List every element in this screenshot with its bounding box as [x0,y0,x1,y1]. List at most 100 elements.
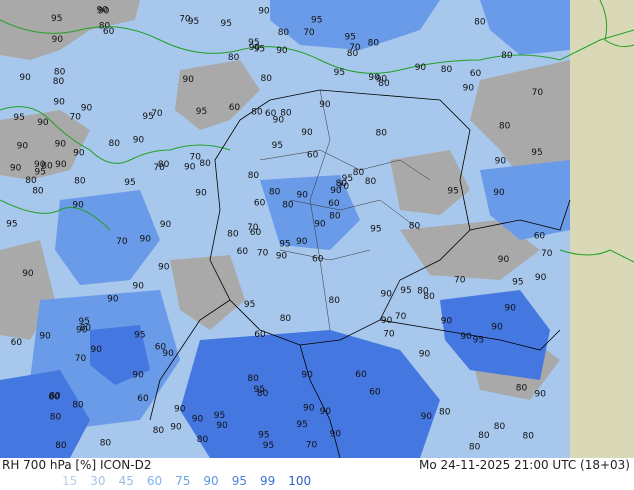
contour-label: 90 [460,332,472,342]
contour-label: 95 [79,317,90,327]
contour-label: 80 [329,211,341,221]
contour-label: 80 [261,74,273,84]
contour-label: 90 [52,35,64,45]
contour-label: 90 [73,148,85,158]
contour-label: 70 [303,28,315,38]
contour-label: 90 [301,128,313,138]
contour-label: 60 [355,370,367,380]
contour-label: 90 [39,331,51,341]
contour-label: 95 [244,300,255,310]
contour-label: 80 [376,129,388,139]
contour-label: 60 [369,388,381,398]
contour-label: 70 [257,249,269,259]
contour-label: 95 [531,148,542,158]
color-legend: 15 30 45 60 75 90 95 99 100 [62,474,324,488]
contour-label: 80 [100,439,112,449]
contour-label: 90 [133,135,145,145]
contour-label: 70 [75,354,87,364]
contour-label: 90 [17,141,29,151]
contour-label: 60 [254,198,266,208]
contour-label: 90 [184,162,196,172]
contour-label: 80 [269,188,281,198]
contour-label: 90 [330,430,342,440]
legend-level: 75 [175,474,191,488]
contour-label: 80 [278,28,290,38]
contour-label: 80 [469,443,481,453]
contour-label: 60 [48,393,60,403]
contour-label: 80 [55,441,67,451]
contour-label: 90 [55,139,67,149]
contour-label: 90 [276,46,288,56]
contour-label: 90 [160,220,172,230]
contour-label: 95 [51,14,62,24]
contour-label: 60 [155,342,167,352]
contour-label: 90 [381,316,393,326]
contour-label: 90 [495,157,507,167]
contour-label: 95 [6,219,17,229]
contour-label: 90 [258,7,270,17]
contour-label: 90 [158,263,170,273]
contour-label: 95 [447,186,458,196]
contour-label: 90 [421,412,433,422]
contour-label: 95 [254,385,265,395]
contour-label: 90 [174,404,186,414]
contour-label: 80 [228,53,240,63]
contour-label: 90 [491,323,503,333]
contour-label: 90 [107,294,119,304]
contour-label: 90 [140,235,152,245]
contour-label: 60 [328,199,340,209]
legend-level: 95 [231,474,247,488]
contour-label: 90 [419,349,431,359]
contour-label: 95 [311,16,322,26]
contour-label: 80 [329,296,341,306]
map-title: RH 700 hPa [%] ICON-D2 [2,458,152,472]
contour-label: 90 [296,237,308,247]
contour-label: 90 [297,191,309,201]
contour-label: 60 [237,247,249,257]
contour-label: 90 [195,189,207,199]
contour-label: 80 [501,51,513,61]
contour-label: 90 [81,104,93,114]
contour-label: 90 [415,63,427,73]
contour-label: 95 [345,33,356,43]
contour-label: 90 [19,73,31,83]
contour-label: 90 [55,160,67,170]
contour-label: 90 [493,188,505,198]
contour-label: 80 [153,426,165,436]
contour-label: 60 [307,150,319,160]
contour-label: 70 [247,223,259,233]
contour-label: 95 [214,411,225,421]
contour-label: 70 [190,153,202,163]
contour-label: 80 [516,384,528,394]
contour-label: 80 [417,287,429,297]
contour-label: 95 [258,431,269,441]
contour-label: 90 [505,303,517,313]
legend-level: 60 [146,474,163,488]
legend-level: 99 [259,474,276,488]
contour-label: 70 [306,441,318,451]
contour-label: 80 [439,408,451,418]
contour-label: 90 [91,345,103,355]
contour-label: 90 [53,98,65,108]
contour-label: 80 [280,314,292,324]
outside-domain [570,0,634,458]
contour-label: 90 [320,407,332,417]
contour-label: 60 [254,330,266,340]
contour-label: 90 [303,404,315,414]
contour-label: 70 [454,275,466,285]
contour-label: 95 [272,141,283,151]
map-canvas: 9070608090908080909060809070608080806090… [0,0,634,459]
contour-label: 95 [473,336,484,346]
contour-label: 90 [276,252,288,262]
contour-label: 80 [227,229,239,239]
contour-label: 90 [498,255,510,265]
contour-label: 90 [441,316,453,326]
contour-label: 90 [170,423,182,433]
contour-label: 60 [11,338,23,348]
legend-level: 100 [288,474,312,488]
contour-label: 70 [116,237,128,247]
contour-label: 90 [98,6,110,16]
contour-label: 80 [247,374,259,384]
contour-label: 90 [463,84,475,94]
contour-label: 80 [499,121,511,131]
